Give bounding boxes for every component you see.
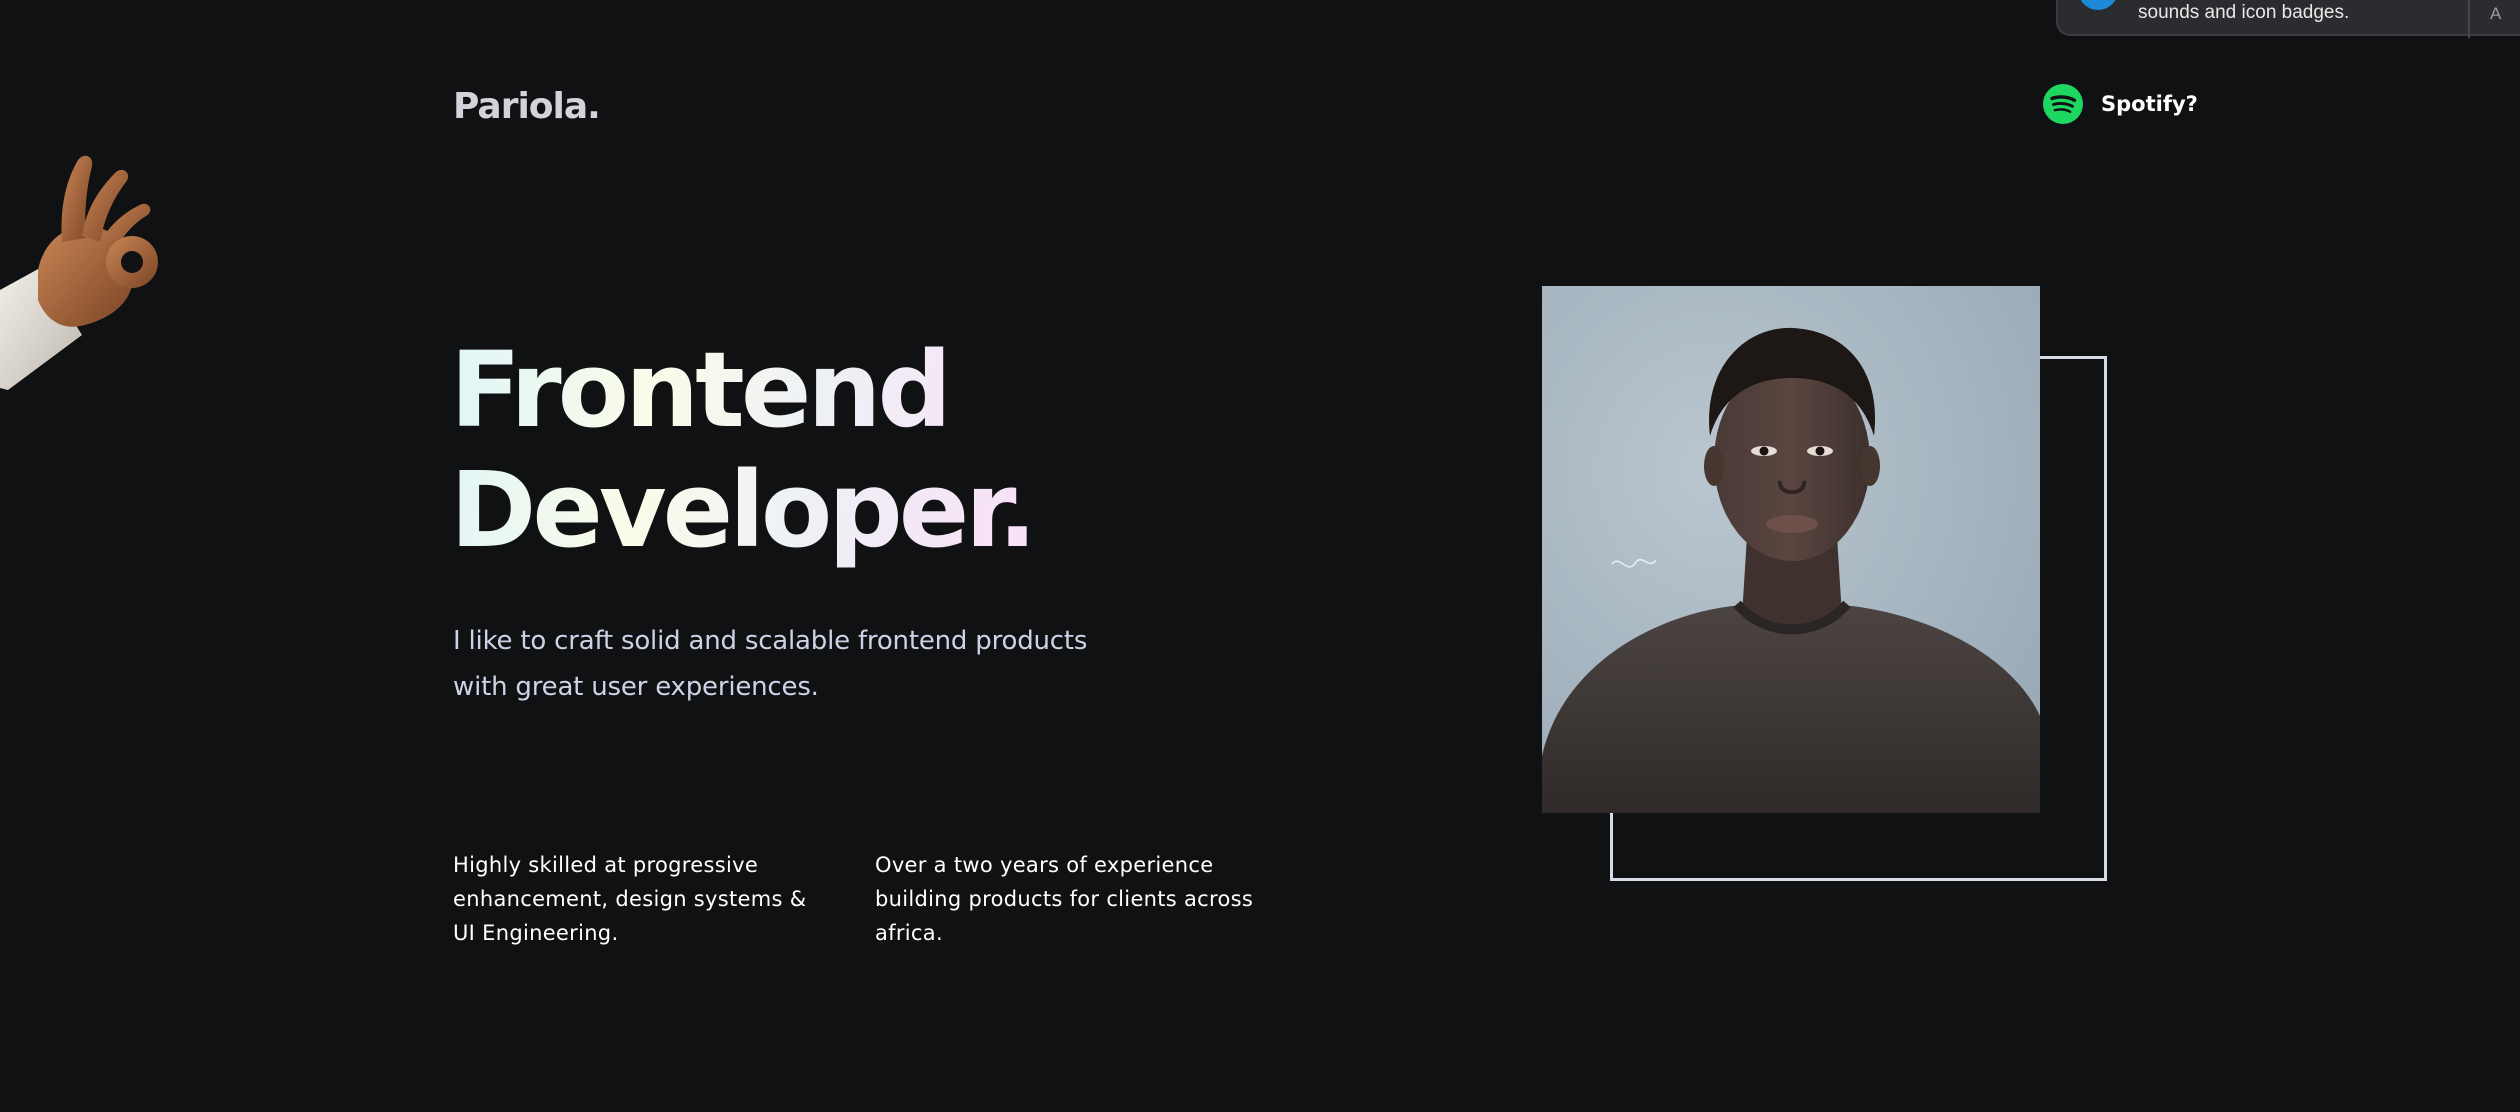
spotify-label: Spotify? — [2101, 92, 2198, 116]
experience-blurb: Over a two years of experience building … — [875, 853, 1254, 945]
notification-divider — [2468, 0, 2470, 38]
portrait-illustration — [1542, 286, 2040, 813]
hero-title-line-1: Frontend — [450, 329, 948, 451]
notification-toast[interactable]: sounds and icon badges. A — [2056, 0, 2520, 38]
ok-hand-icon — [0, 155, 158, 390]
hero-title-line-2: Developer. — [450, 449, 1034, 571]
app-icon — [2078, 0, 2118, 10]
hero-title: Frontend Developer. — [450, 330, 1033, 570]
portrait-photo — [1542, 286, 2040, 813]
hero-subtitle: I like to craft solid and scalable front… — [453, 626, 1088, 702]
site-logo[interactable]: Pariola. — [453, 86, 601, 127]
skills-blurb: Highly skilled at progressive enhancemen… — [453, 853, 807, 945]
notification-action-button[interactable]: A — [2490, 4, 2501, 24]
notification-text: sounds and icon badges. — [2138, 2, 2350, 23]
spotify-link[interactable]: Spotify? — [2043, 84, 2198, 124]
spotify-icon — [2043, 84, 2083, 124]
